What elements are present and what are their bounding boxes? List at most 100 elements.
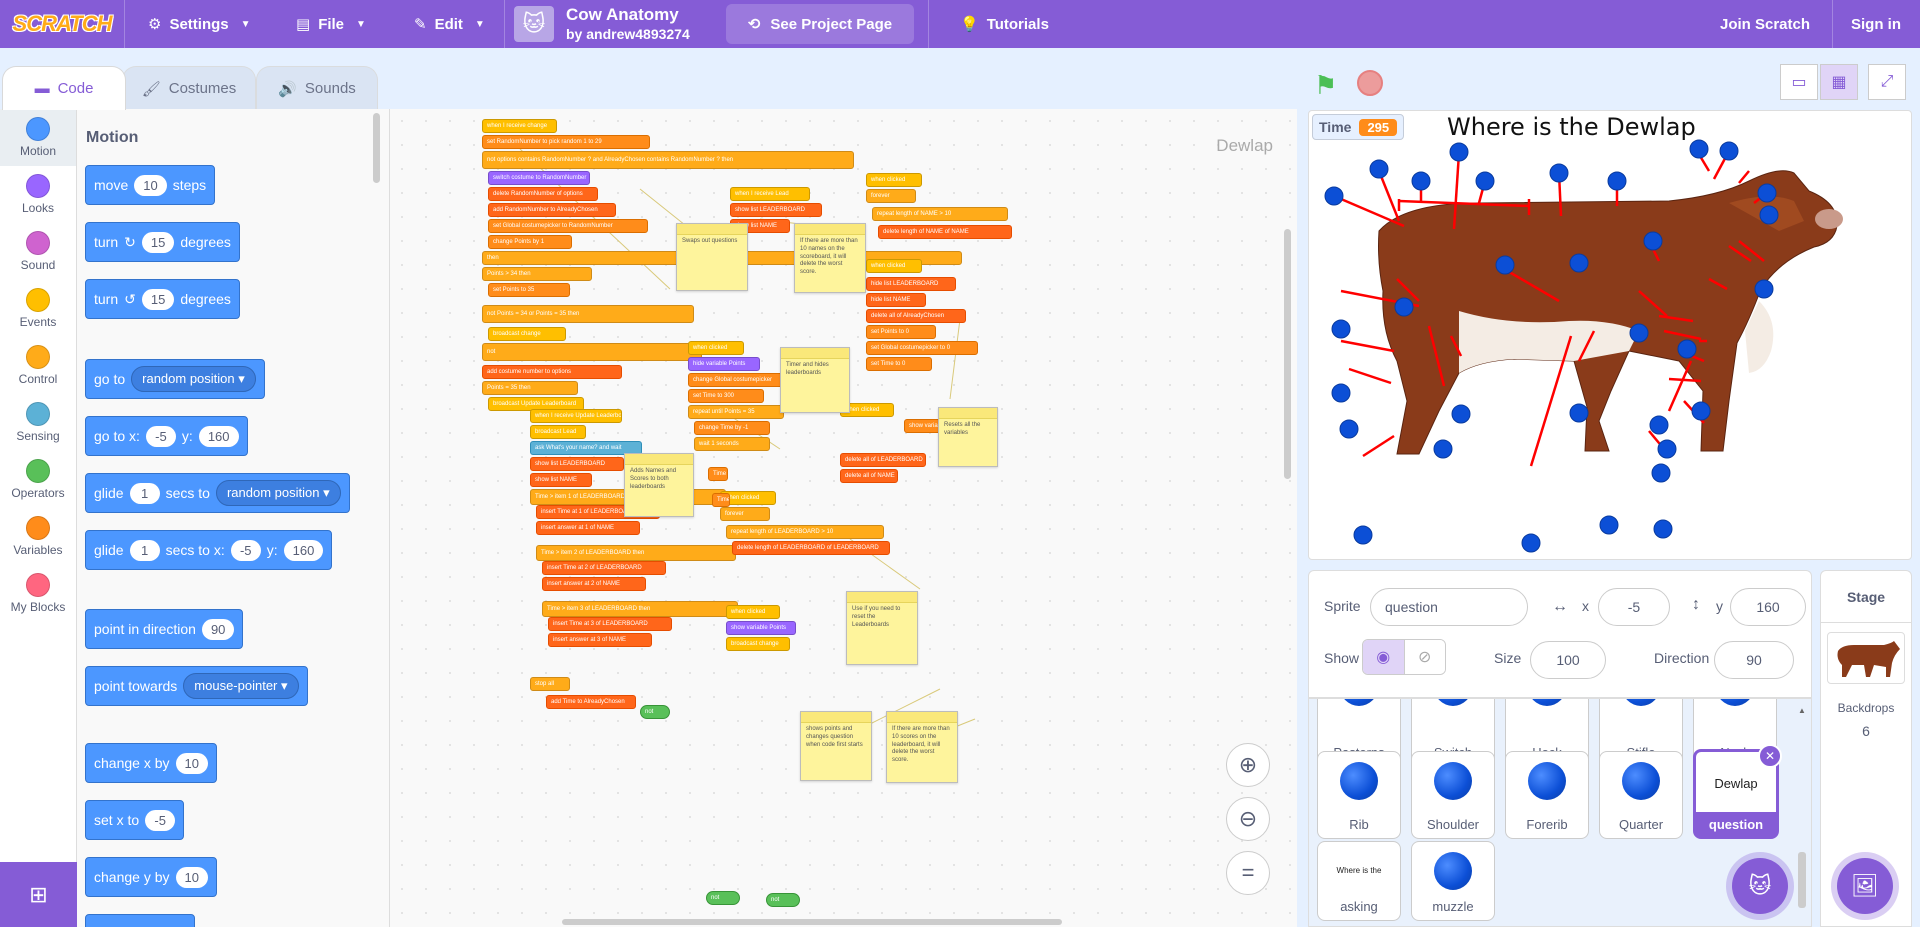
project-title[interactable]: Cow Anatomy [566,5,679,25]
script-block[interactable]: repeat length of LEADERBOARD > 10 [726,525,884,539]
block-dropdown[interactable]: mouse-pointer ▾ [183,673,299,699]
block-input[interactable]: -5 [145,809,176,831]
edit-menu[interactable]: ✎ Edit ▼ [414,0,485,48]
small-stage-button[interactable]: ▭ [1780,64,1818,100]
file-menu[interactable]: ▤ File ▼ [296,0,366,48]
script-block[interactable]: broadcast change [726,637,790,651]
scroll-up-icon[interactable]: ▲ [1798,706,1806,715]
script-block[interactable]: add Time to AlreadyChosen [546,695,636,709]
script-block[interactable]: hide list NAME [866,293,926,307]
script-block[interactable]: Time [712,493,730,507]
tutorials-button[interactable]: 💡 Tutorials [960,0,1049,48]
block-input[interactable]: 15 [141,231,175,253]
tab-sounds[interactable]: 🔊 Sounds [256,66,378,110]
script-block[interactable]: repeat until Points = 35 [688,405,784,419]
direction-input[interactable]: 90 [1714,641,1794,679]
script-block[interactable]: change Points by 1 [488,235,572,249]
script-block[interactable]: show list LEADERBOARD [730,203,822,217]
comment-note[interactable]: If there are more than 10 scores on the … [886,711,958,783]
script-block[interactable]: when I receive Update Leaderboard [530,409,622,423]
script-block[interactable]: Points = 35 then [482,381,578,395]
category-sensing[interactable]: Sensing [0,394,76,451]
sprite-tile[interactable]: muzzle [1411,841,1495,921]
category-motion[interactable]: Motion [0,109,76,166]
workspace-horizontal-scrollbar[interactable] [562,919,1062,925]
delete-sprite-button[interactable]: ✕ [1758,744,1782,768]
script-block[interactable]: change Time by -1 [694,421,770,435]
sprite-list-scrollbar[interactable]: ▲ [1796,700,1808,910]
tab-code[interactable]: ▬ Code [2,66,126,110]
block-change-y[interactable]: change y by 10 [85,857,217,897]
script-block[interactable]: forever [866,189,916,203]
script-block[interactable]: add RandomNumber to AlreadyChosen [488,203,616,217]
sign-in-link[interactable]: Sign in [1851,0,1901,48]
category-events[interactable]: Events [0,280,76,337]
script-block[interactable]: change Global costumepicker [688,373,788,387]
script-block[interactable]: insert Time at 3 of LEADERBOARD [548,617,672,631]
backdrop-thumbnail[interactable] [1827,632,1905,684]
block-point-in-direction[interactable]: point in direction 90 [85,609,244,649]
script-block[interactable]: show list NAME [530,473,592,487]
script-block[interactable]: set Time to 300 [688,389,764,403]
block-turn-right[interactable]: turn ↻ 15 degrees [85,222,240,262]
block-go-to-xy[interactable]: go to x: -5 y: 160 [85,416,248,456]
script-block[interactable]: stop all [530,677,570,691]
script-block[interactable]: when clicked [726,605,780,619]
script-block[interactable]: Time > item 3 of LEADERBOARD then [542,601,738,617]
script-block[interactable]: not [706,891,740,905]
comment-note[interactable]: shows points and changes question when c… [800,711,872,781]
normal-stage-button[interactable]: ▦ [1820,64,1858,100]
y-position-input[interactable]: 160 [1730,588,1806,626]
category-sound[interactable]: Sound [0,223,76,280]
scratch-logo[interactable]: SCRATCH [13,8,113,40]
comment-note[interactable]: Use if you need to reset the Leaderboard… [846,591,918,665]
script-block[interactable]: broadcast Lead [530,425,586,439]
settings-menu[interactable]: ⚙ Settings ▼ [148,0,251,48]
block-input[interactable]: 10 [175,752,208,774]
script-block[interactable]: add costume number to options [482,365,622,379]
script-block[interactable]: not Points = 34 or Points = 35 then [482,305,694,323]
sprite-name-input[interactable]: question [1370,588,1528,626]
script-block[interactable]: repeat length of NAME > 10 [872,207,1008,221]
script-block[interactable]: show variable Points [726,621,796,635]
script-block[interactable]: insert answer at 1 of NAME [536,521,640,535]
comment-note[interactable]: If there are more than 10 names on the s… [794,223,866,293]
green-flag-button[interactable]: ⚑ [1314,70,1337,101]
tab-costumes[interactable]: 🖌 Costumes [122,66,256,110]
block-change-x[interactable]: change x by 10 [85,743,217,783]
script-block[interactable]: delete length of NAME of NAME [878,225,1012,239]
category-variables[interactable]: Variables [0,508,76,565]
choose-backdrop-button[interactable]: 🖼 [1837,858,1893,914]
script-block[interactable]: delete length of LEADERBOARD of LEADERBO… [732,541,890,555]
sprite-tile[interactable]: Rib [1317,751,1401,839]
block-set-x[interactable]: set x to -5 [85,800,185,840]
script-block[interactable]: show list LEADERBOARD [530,457,624,471]
workspace-vertical-scrollbar[interactable] [1284,229,1291,479]
x-position-input[interactable]: -5 [1598,588,1670,626]
block-input[interactable]: 1 [129,539,160,561]
block-input[interactable]: 160 [198,425,239,447]
script-block[interactable]: not [766,893,800,907]
script-block[interactable]: when I receive change [482,119,557,133]
block-input[interactable]: 10 [134,174,167,196]
block-input[interactable]: 90 [201,618,235,640]
script-block[interactable]: insert answer at 3 of NAME [548,633,652,647]
script-block[interactable]: Time > item 2 of LEADERBOARD then [536,545,736,561]
comment-note[interactable]: Adds Names and Scores to both leaderboar… [624,453,694,517]
sprite-tile[interactable]: Shoulder [1411,751,1495,839]
category-my-blocks[interactable]: My Blocks [0,565,76,622]
script-block[interactable]: broadcast change [488,327,566,341]
script-block[interactable]: Points > 34 then [482,267,592,281]
code-workspace[interactable]: Dewlap when I receive change set RandomN… [390,109,1297,927]
choose-sprite-button[interactable]: 🐱 [1732,858,1788,914]
block-point-towards[interactable]: point towards mouse-pointer ▾ [85,666,308,706]
sprite-tile[interactable]: Quarter [1599,751,1683,839]
block-go-to[interactable]: go to random position ▾ [85,359,265,399]
join-scratch-link[interactable]: Join Scratch [1720,0,1810,48]
script-block[interactable]: set Global costumepicker to 0 [866,341,978,355]
see-project-button[interactable]: ⟲ See Project Page [726,4,914,44]
script-block[interactable]: not options contains RandomNumber ? and … [482,151,854,169]
script-block[interactable]: when clicked [866,259,922,273]
palette-scrollbar[interactable] [373,113,380,183]
scroll-thumb[interactable] [1798,852,1806,908]
